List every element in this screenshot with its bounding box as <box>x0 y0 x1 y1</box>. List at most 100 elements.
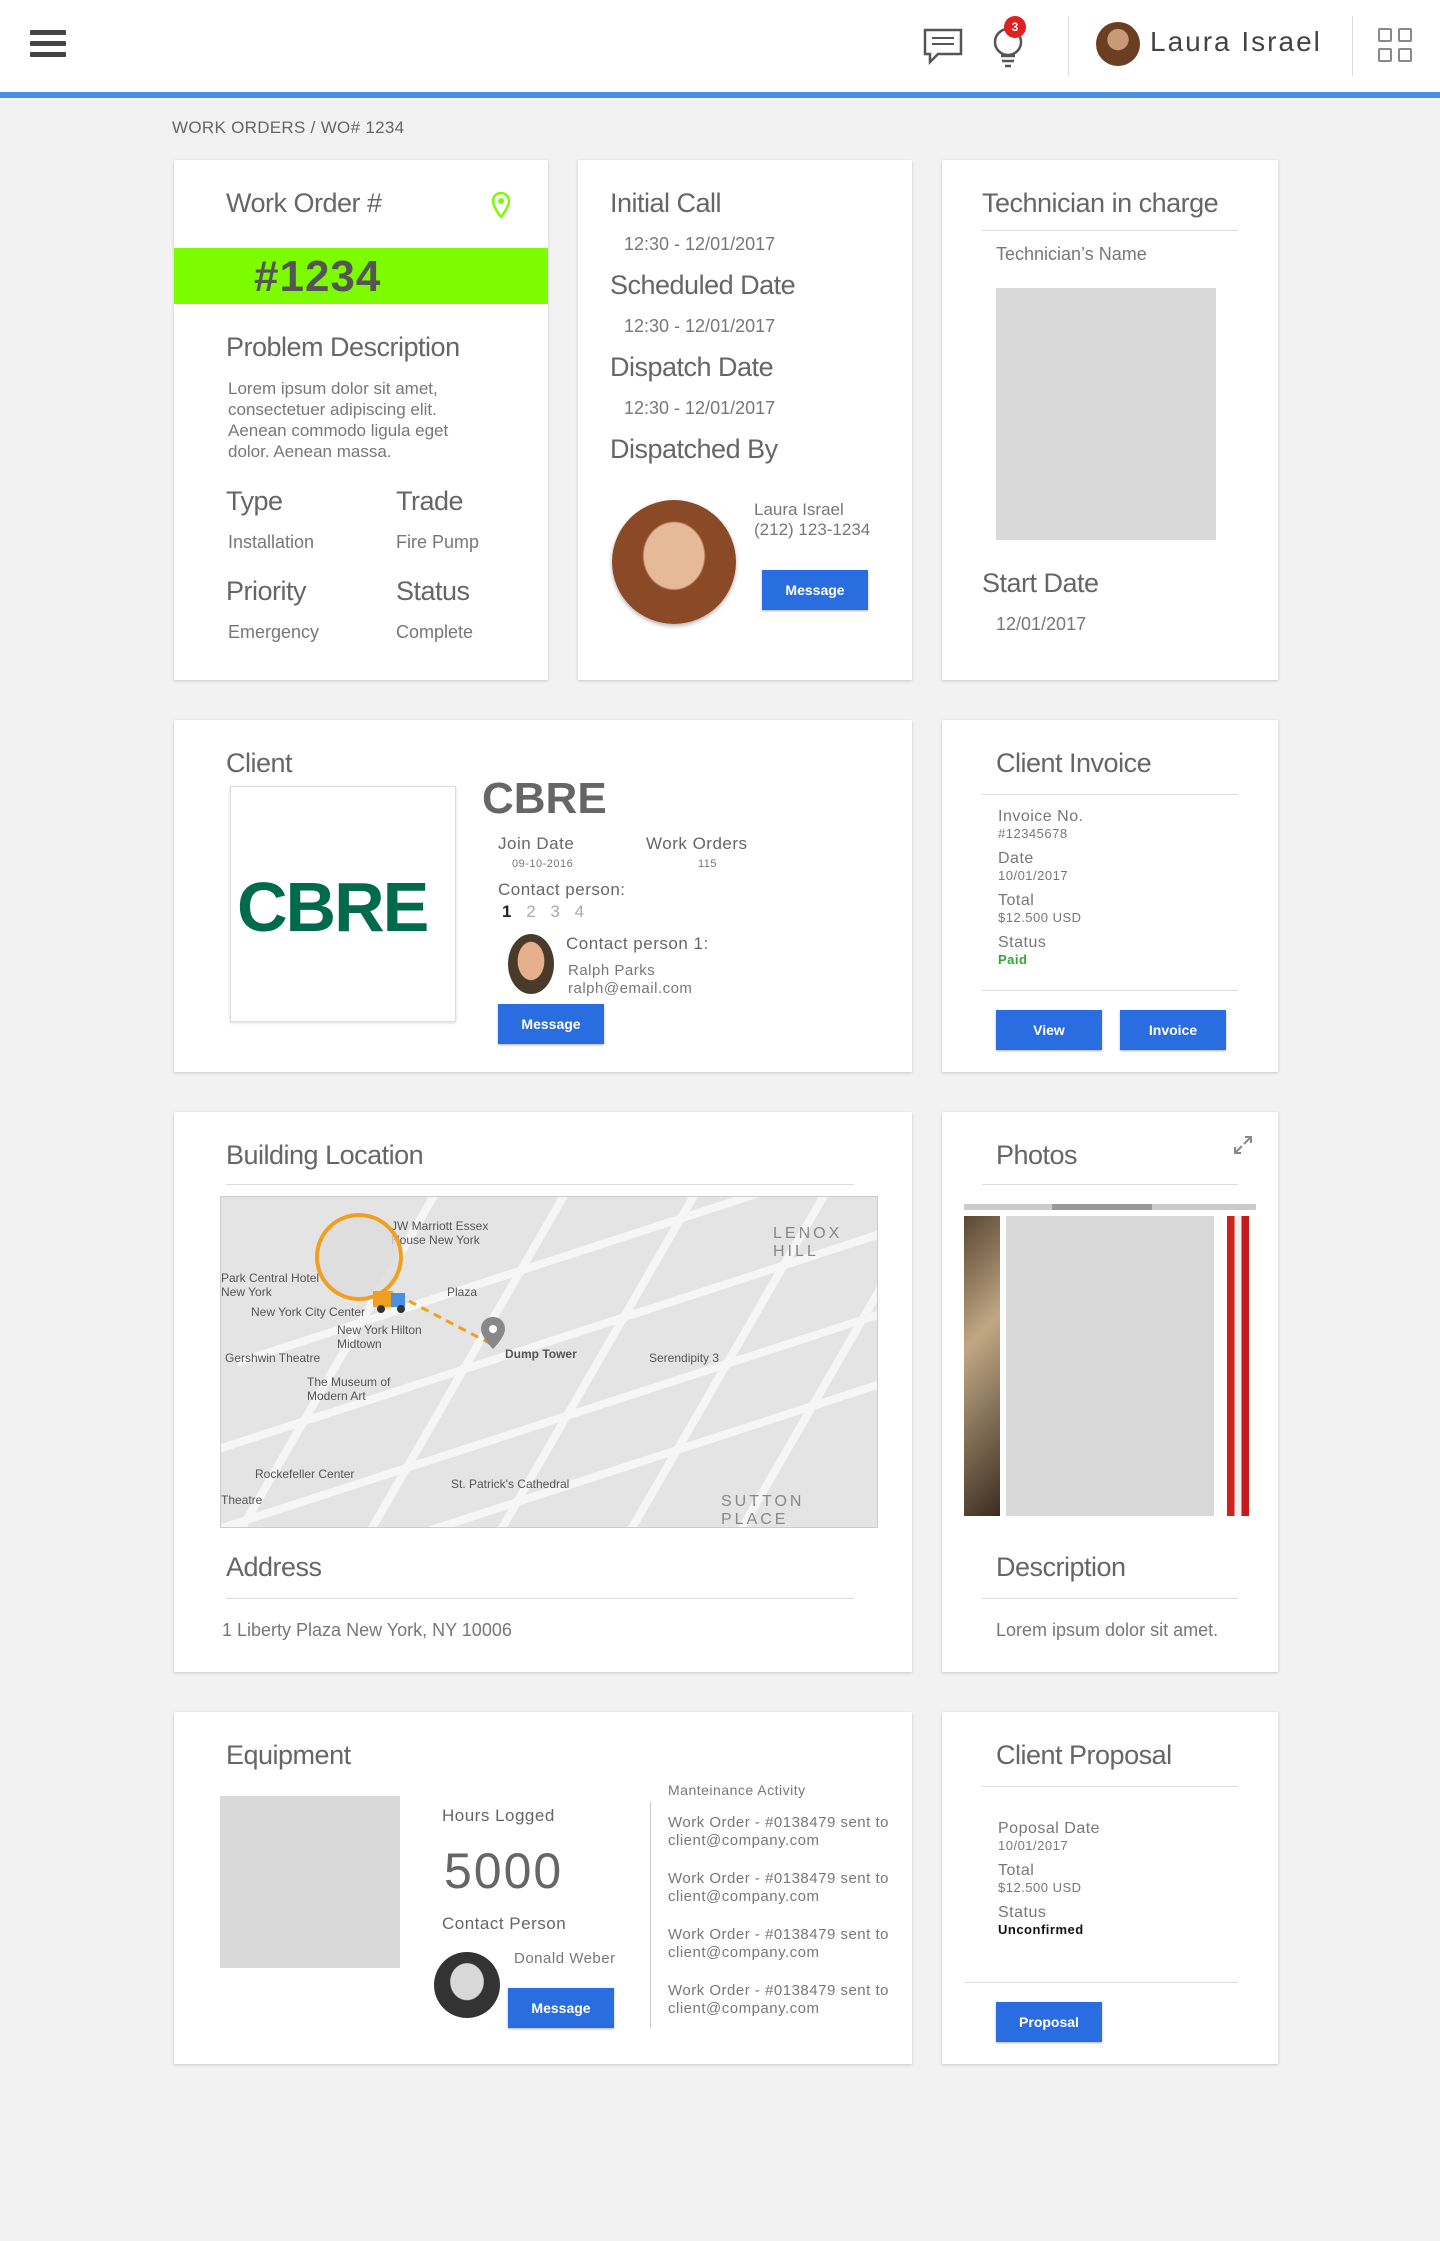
view-invoice-button[interactable]: View <box>996 1010 1102 1050</box>
map-pin-icon[interactable] <box>492 192 510 218</box>
photos-card: Photos Description Lorem ipsum dolor sit… <box>942 1112 1278 1672</box>
invoice-title: Client Invoice <box>996 748 1152 778</box>
equipment-title: Equipment <box>226 1740 351 1770</box>
divider <box>982 1184 1238 1185</box>
address-value: 1 Liberty Plaza New York, NY 10006 <box>222 1620 512 1640</box>
activity-item[interactable]: Work Order - #0138479 sent to client@com… <box>668 1926 898 1962</box>
equipment-message-button[interactable]: Message <box>508 1988 614 2028</box>
page-1[interactable]: 1 <box>502 902 511 921</box>
hours-label: Hours Logged <box>442 1806 555 1825</box>
hours-value: 5000 <box>444 1843 564 1899</box>
invoice-status-label: Status <box>998 934 1047 951</box>
photos-title: Photos <box>996 1140 1078 1170</box>
technician-name-label: Technician’s Name <box>996 244 1147 264</box>
proposal-total-label: Total <box>998 1862 1035 1879</box>
dispatcher-name: Laura Israel <box>754 500 844 519</box>
initial-call-value: 12:30 - 12/01/2017 <box>624 234 776 254</box>
divider <box>982 230 1238 231</box>
invoice-total-value: $12.500 USD <box>998 910 1082 925</box>
initial-call-label: Initial Call <box>610 188 722 218</box>
client-logo: CBRE <box>237 868 429 946</box>
equipment-card: Equipment Hours Logged 5000 Contact Pers… <box>174 1712 912 2064</box>
contact-pagination: 1 2 3 4 <box>502 902 584 922</box>
menu-icon[interactable] <box>30 30 66 60</box>
divider <box>226 1184 854 1185</box>
map[interactable]: JW Marriott Essex House New York LENOX H… <box>220 1196 878 1528</box>
scroll-thumb[interactable] <box>1052 1204 1152 1210</box>
proposal-date-value: 10/01/2017 <box>998 1838 1069 1853</box>
invoice-card: Client Invoice Invoice No. #12345678 Dat… <box>942 720 1278 1072</box>
problem-text: Lorem ipsum dolor sit amet, consectetuer… <box>228 379 449 461</box>
photo-scrollbar[interactable] <box>964 1204 1256 1210</box>
work-order-card: Work Order # #1234 Problem Description L… <box>174 160 548 680</box>
invoice-status-value: Paid <box>998 952 1028 967</box>
divider <box>982 990 1238 991</box>
divider <box>650 1802 651 2028</box>
proposal-total-value: $12.500 USD <box>998 1880 1082 1895</box>
page-3[interactable]: 3 <box>550 902 559 921</box>
dispatched-by-label: Dispatched By <box>610 434 778 464</box>
join-date-value: 09-10-2016 <box>512 858 574 870</box>
photo-thumbnail[interactable] <box>1006 1216 1214 1516</box>
type-label: Type <box>226 486 283 516</box>
invoice-button[interactable]: Invoice <box>1120 1010 1226 1050</box>
divider <box>964 1982 1238 1983</box>
divider <box>226 1598 854 1599</box>
photo-thumbnail[interactable] <box>1220 1216 1256 1516</box>
status-label: Status <box>396 576 470 606</box>
map-overlay <box>315 1213 505 1349</box>
equipment-photo <box>220 1796 400 1968</box>
scheduled-label: Scheduled Date <box>610 270 796 300</box>
proposal-title: Client Proposal <box>996 1740 1172 1770</box>
client-logo-box: CBRE <box>230 786 456 1022</box>
contact1-name: Ralph Parks <box>568 962 656 979</box>
chat-icon[interactable] <box>922 26 964 66</box>
work-orders-value: 115 <box>698 858 718 870</box>
dispatcher-message-button[interactable]: Message <box>762 570 868 610</box>
user-avatar[interactable] <box>1096 22 1140 66</box>
proposal-button[interactable]: Proposal <box>996 2002 1102 2042</box>
notification-badge: 3 <box>1004 16 1026 38</box>
activity-item[interactable]: Work Order - #0138479 sent to client@com… <box>668 1982 898 2018</box>
technician-title: Technician in charge <box>982 188 1219 218</box>
trade-value: Fire Pump <box>396 532 480 552</box>
problem-title: Problem Description <box>226 332 460 362</box>
contact1-label: Contact person 1: <box>566 934 709 953</box>
invoice-no-label: Invoice No. <box>998 808 1084 825</box>
activity-title: Manteinance Activity <box>668 1782 806 1798</box>
proposal-status-value: Unconfirmed <box>998 1922 1084 1937</box>
priority-value: Emergency <box>228 622 320 642</box>
activity-item[interactable]: Work Order - #0138479 sent to client@com… <box>668 1870 898 1906</box>
page-4[interactable]: 4 <box>575 902 584 921</box>
scheduled-value: 12:30 - 12/01/2017 <box>624 316 776 336</box>
invoice-date-value: 10/01/2017 <box>998 868 1069 883</box>
building-location-card: Building Location JW Marriott Essex Hous… <box>174 1112 912 1672</box>
proposal-date-label: Poposal Date <box>998 1820 1101 1837</box>
divider <box>982 1598 1238 1599</box>
contact1-email[interactable]: ralph@email.com <box>568 980 692 997</box>
photo-carousel[interactable] <box>964 1216 1256 1516</box>
dates-card: Initial Call 12:30 - 12/01/2017 Schedule… <box>578 160 912 680</box>
divider <box>982 1786 1238 1787</box>
top-bar: 3 Laura Israel <box>0 0 1440 98</box>
trade-label: Trade <box>396 486 464 516</box>
activity-item[interactable]: Work Order - #0138479 sent to client@com… <box>668 1814 898 1850</box>
proposal-card: Client Proposal Poposal Date 10/01/2017 … <box>942 1712 1278 2064</box>
contact-person-label: Contact person: <box>498 880 626 899</box>
client-name: CBRE <box>482 774 607 823</box>
invoice-no-value: #12345678 <box>998 826 1068 841</box>
photo-thumbnail[interactable] <box>964 1216 1000 1516</box>
breadcrumb[interactable]: WORK ORDERS / WO# 1234 <box>172 118 404 138</box>
apps-grid-icon[interactable] <box>1378 28 1414 64</box>
dispatch-label: Dispatch Date <box>610 352 774 382</box>
page-2[interactable]: 2 <box>526 902 535 921</box>
start-date-value: 12/01/2017 <box>996 614 1087 634</box>
work-order-number: #1234 <box>254 252 382 301</box>
expand-icon[interactable] <box>1232 1134 1254 1156</box>
user-name[interactable]: Laura Israel <box>1150 26 1322 58</box>
equipment-contact-label: Contact Person <box>442 1914 567 1933</box>
priority-label: Priority <box>226 576 307 606</box>
client-message-button[interactable]: Message <box>498 1004 604 1044</box>
description-text: Lorem ipsum dolor sit amet. <box>996 1620 1219 1640</box>
start-date-label: Start Date <box>982 568 1099 598</box>
